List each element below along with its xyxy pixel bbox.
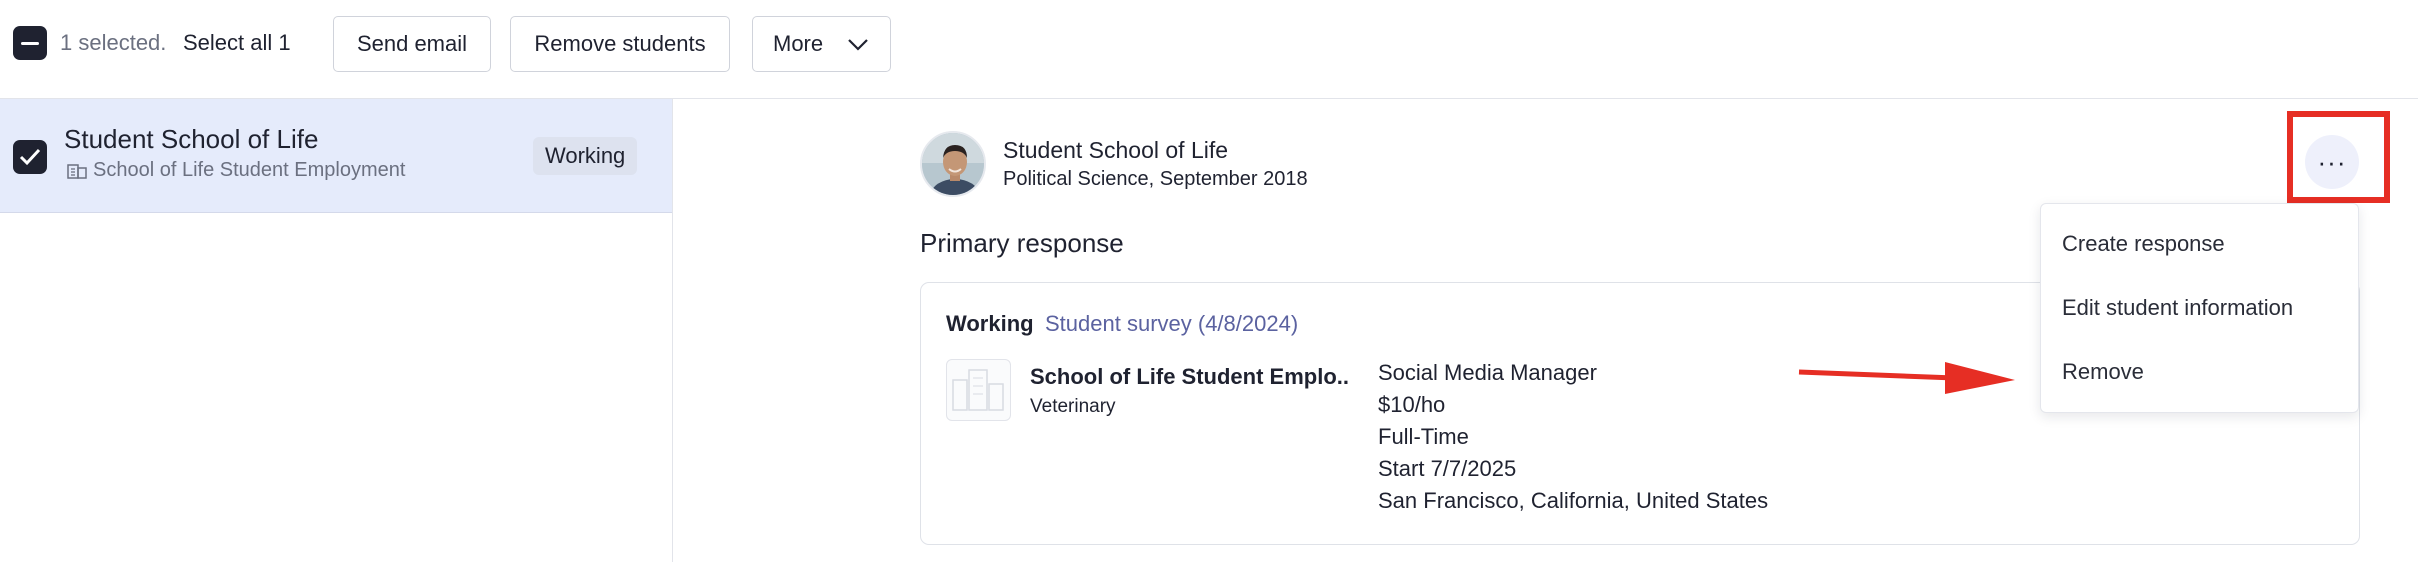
building-icon xyxy=(67,164,87,179)
response-status: Working xyxy=(946,311,1034,336)
job-type: Full-Time xyxy=(1378,424,1469,449)
company-name[interactable]: School of Life Student Emplo... xyxy=(1030,364,1350,390)
survey-link[interactable]: Student survey (4/8/2024) xyxy=(1045,311,1298,337)
section-title: Primary response xyxy=(920,228,1124,258)
status-badge: Working xyxy=(533,137,638,175)
list-item[interactable]: Student School of Life School of Life St… xyxy=(0,99,672,213)
remove-students-button[interactable]: Remove students xyxy=(510,16,730,72)
menu-item-remove[interactable]: Remove xyxy=(2062,359,2144,385)
avatar xyxy=(920,131,986,197)
more-label: More xyxy=(773,31,824,56)
highlight-box xyxy=(2287,111,2390,203)
job-start: Start 7/7/2025 xyxy=(1378,456,1517,481)
student-name: Student School of Life xyxy=(64,124,319,154)
menu-item-edit-student-information[interactable]: Edit student information xyxy=(2062,295,2293,321)
annotation-arrow-icon xyxy=(1798,362,2015,394)
actions-menu: Create response Edit student information… xyxy=(2040,203,2359,413)
job-pay: $10/ho xyxy=(1378,392,1446,417)
student-name-heading: Student School of Life xyxy=(1003,137,1229,163)
select-all-link[interactable]: Select all 1 xyxy=(183,30,291,56)
select-all-checkbox[interactable] xyxy=(13,26,47,60)
menu-item-create-response[interactable]: Create response xyxy=(2062,231,2225,257)
check-icon xyxy=(19,148,41,166)
chevron-down-icon xyxy=(848,39,868,51)
selected-count: 1 selected. xyxy=(60,30,167,55)
more-dropdown-button[interactable]: More xyxy=(752,16,891,72)
bulk-action-toolbar: 1 selected. Select all 1 Send email Remo… xyxy=(0,0,2418,99)
send-email-button[interactable]: Send email xyxy=(333,16,491,72)
job-location: San Francisco, California, United States xyxy=(1378,488,1769,513)
student-list: Student School of Life School of Life St… xyxy=(0,99,673,562)
company-category: Veterinary xyxy=(1030,396,1116,417)
student-major-date: Political Science, September 2018 xyxy=(1003,168,1308,190)
row-checkbox[interactable] xyxy=(13,140,47,174)
student-organization: School of Life Student Employment xyxy=(93,159,406,181)
company-logo xyxy=(946,359,1011,421)
job-title: Social Media Manager xyxy=(1378,360,1597,385)
